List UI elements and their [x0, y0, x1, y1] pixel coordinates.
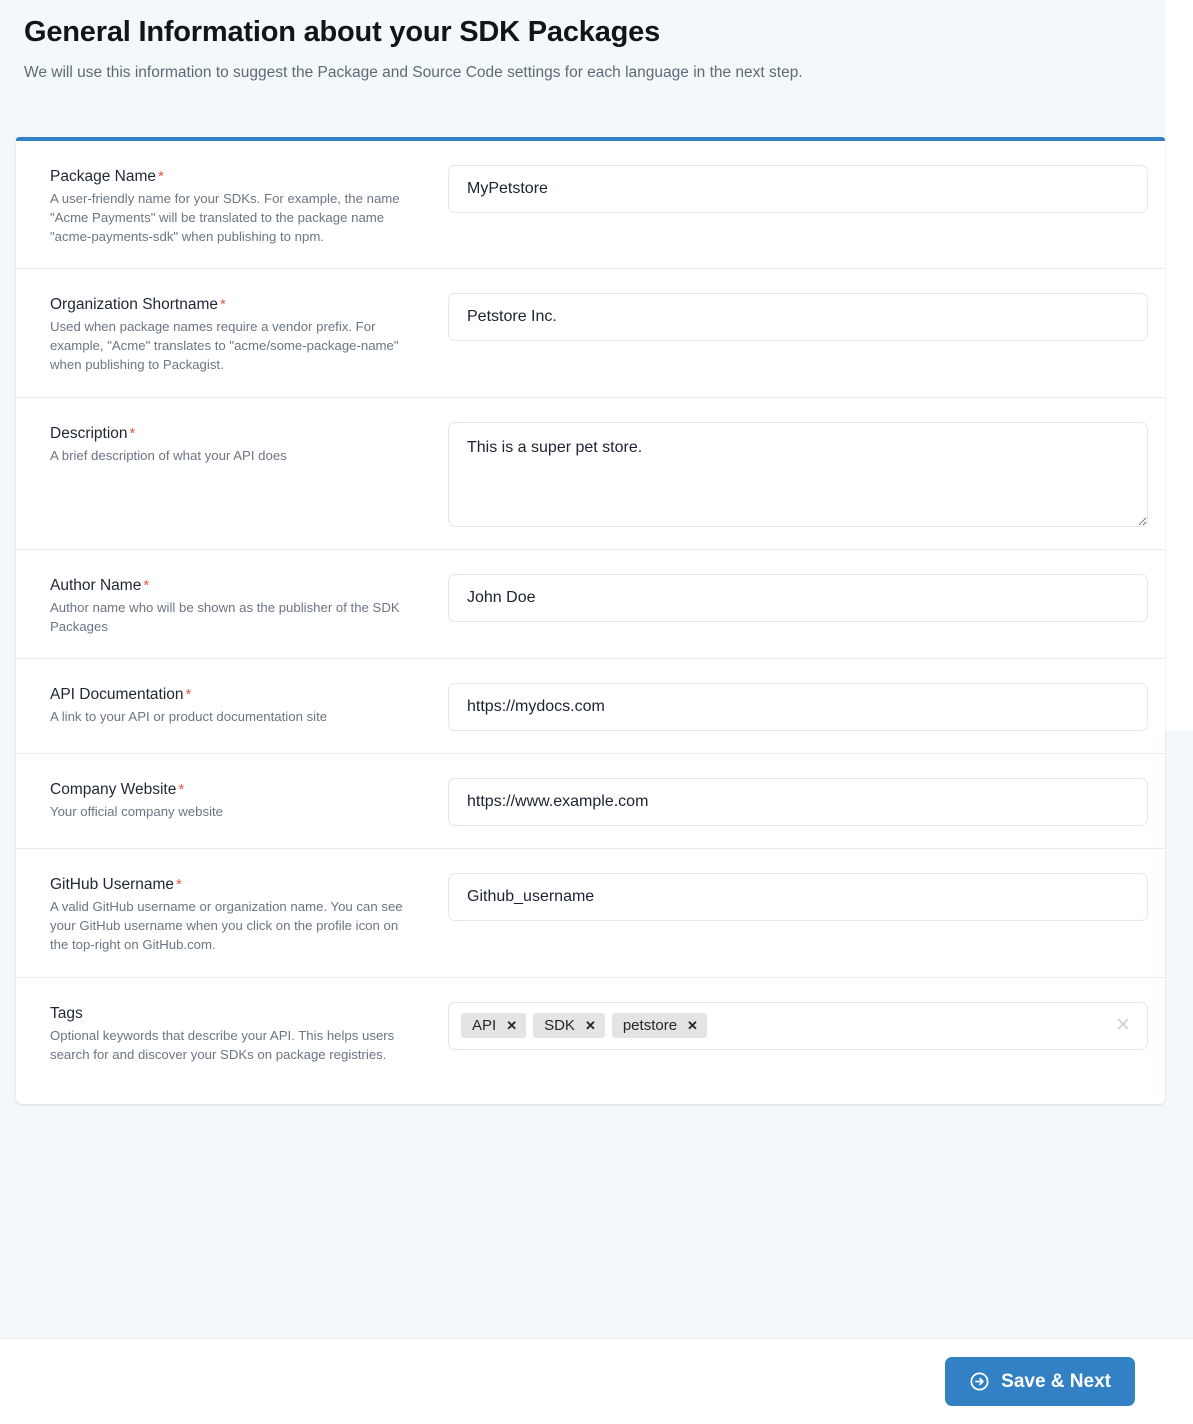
- field-label-text: Author Name: [50, 576, 142, 594]
- field-description-organization-shortname: Organization Shortname * Used when package…: [50, 291, 432, 374]
- form-footer: Save & Next: [0, 1338, 1193, 1424]
- tags-input[interactable]: API ✕ SDK ✕ petstore ✕ ✕: [448, 1001, 1148, 1050]
- field-help-organization-shortname: Used when package names require a vendor…: [50, 319, 399, 372]
- organization-shortname-input[interactable]: [448, 293, 1148, 342]
- field-label-text: Company Website: [50, 781, 177, 799]
- field-help-package-name: A user-friendly name for your SDKs. For …: [50, 191, 400, 244]
- save-and-next-label: Save & Next: [1001, 1371, 1111, 1392]
- field-label-github-username: GitHub Username *: [50, 875, 414, 895]
- package-name-input[interactable]: [448, 165, 1148, 213]
- tags-clear-all-icon[interactable]: ✕: [1109, 1016, 1137, 1035]
- field-description-description: Description * A brief description of what …: [50, 420, 432, 466]
- field-label-text: Tags: [50, 1004, 83, 1022]
- field-help-company-website: Your official company website: [50, 804, 224, 820]
- tag-remove-icon[interactable]: ✕: [585, 1019, 596, 1032]
- field-control-package-name: [432, 163, 1148, 213]
- field-help-description: A brief description of what your API doe…: [50, 447, 287, 463]
- save-and-next-button[interactable]: Save & Next: [945, 1357, 1135, 1406]
- field-row-organization-shortname: Organization Shortname * Used when package…: [16, 269, 1165, 398]
- tag-list: API ✕ SDK ✕ petstore ✕: [461, 1013, 1109, 1039]
- author-name-input[interactable]: [448, 573, 1148, 622]
- field-label-company-website: Company Website *: [50, 780, 414, 800]
- page-title: General Information about your SDK Packa…: [24, 16, 660, 48]
- required-asterisk: *: [178, 781, 185, 799]
- tag-label: API: [472, 1017, 497, 1035]
- field-control-organization-shortname: [432, 291, 1148, 342]
- tag-chip[interactable]: API ✕: [461, 1013, 527, 1039]
- field-control-company-website: [432, 776, 1148, 827]
- field-control-description: This is a super pet store.: [432, 420, 1148, 527]
- field-row-author-name: Author Name * Author name who will be show…: [16, 550, 1165, 660]
- field-help-author-name: Author name who will be shown as the pub…: [50, 599, 400, 634]
- page-header: General Information about your SDK Packa…: [0, 0, 1165, 83]
- field-label-author-name: Author Name *: [50, 576, 414, 596]
- tag-label: petstore: [622, 1017, 678, 1035]
- field-description-tags: Tags Optional keywords that describe your…: [50, 1000, 432, 1065]
- required-asterisk: *: [129, 424, 136, 442]
- field-help-tags: Optional keywords that describe your API…: [50, 1027, 395, 1062]
- company-website-input[interactable]: [448, 778, 1148, 827]
- field-description-author-name: Author Name * Author name who will be show…: [50, 572, 432, 637]
- description-textarea[interactable]: This is a super pet store.: [448, 421, 1148, 527]
- field-row-tags: Tags Optional keywords that describe your…: [16, 978, 1165, 1087]
- textarea-wrapper: This is a super pet store.: [448, 421, 1148, 527]
- tag-label: SDK: [544, 1017, 575, 1035]
- field-description-package-name: Package Name * A user-friendly name for yo…: [50, 163, 432, 246]
- api-documentation-input[interactable]: [448, 683, 1148, 732]
- field-help-api-documentation: A link to your API or product documentat…: [50, 709, 328, 725]
- field-label-package-name: Package Name *: [50, 167, 414, 187]
- required-asterisk: *: [176, 876, 182, 894]
- tag-remove-icon[interactable]: ✕: [687, 1019, 698, 1032]
- field-control-api-documentation: [432, 681, 1148, 732]
- required-asterisk: *: [143, 576, 150, 594]
- page-subtitle: We will use this information to suggest …: [24, 63, 803, 81]
- github-username-input[interactable]: [448, 873, 1148, 922]
- tag-chip[interactable]: petstore ✕: [611, 1013, 707, 1039]
- field-label-description: Description *: [50, 424, 414, 444]
- field-label-text: Description: [50, 424, 128, 442]
- sdk-package-info-page: General Information about your SDK Packa…: [0, 0, 1193, 1424]
- field-control-tags: API ✕ SDK ✕ petstore ✕ ✕: [432, 1000, 1148, 1050]
- field-row-description: Description * A brief description of what …: [16, 398, 1165, 550]
- field-label-text: Package Name: [50, 168, 156, 185]
- field-description-company-website: Company Website * Your official company we…: [50, 776, 432, 822]
- field-row-company-website: Company Website * Your official company we…: [16, 754, 1165, 850]
- tag-chip[interactable]: SDK ✕: [533, 1013, 605, 1039]
- field-help-github-username: A valid GitHub username or organization …: [50, 899, 403, 952]
- field-label-api-documentation: API Documentation *: [50, 685, 414, 705]
- required-asterisk: *: [185, 686, 192, 704]
- field-label-text: Organization Shortname: [50, 296, 219, 314]
- field-control-author-name: [432, 572, 1148, 622]
- form-fields-container: Package Name * A user-friendly name for yo…: [16, 141, 1165, 1086]
- field-label-text: GitHub Username: [50, 876, 175, 894]
- required-asterisk: *: [220, 296, 226, 314]
- field-label-organization-shortname: Organization Shortname *: [50, 295, 414, 315]
- general-information-form-card: Package Name * A user-friendly name for yo…: [16, 137, 1165, 1105]
- field-description-github-username: GitHub Username * A valid GitHub username …: [50, 871, 432, 954]
- required-asterisk: *: [157, 168, 164, 185]
- arrow-right-circle-icon: [969, 1371, 990, 1392]
- field-row-api-documentation: API Documentation * A link to your API or …: [16, 659, 1165, 755]
- field-row-package-name: Package Name * A user-friendly name for yo…: [16, 141, 1165, 270]
- field-control-github-username: [432, 871, 1148, 922]
- field-label-tags: Tags: [50, 1004, 414, 1024]
- field-row-github-username: GitHub Username * A valid GitHub username …: [16, 849, 1165, 978]
- field-label-text: API Documentation: [50, 686, 184, 704]
- tag-remove-icon[interactable]: ✕: [506, 1019, 517, 1032]
- field-description-api-documentation: API Documentation * A link to your API or …: [50, 681, 432, 727]
